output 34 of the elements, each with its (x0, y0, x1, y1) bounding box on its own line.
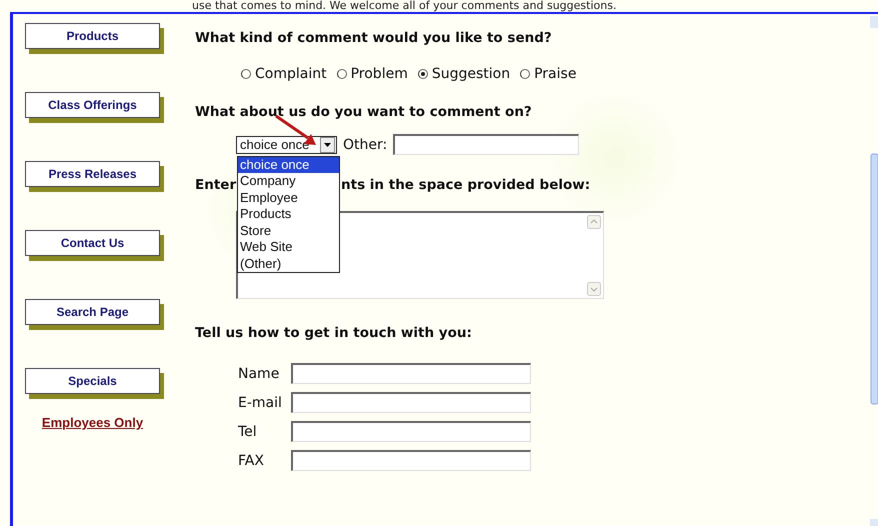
text-input-field[interactable] (291, 421, 531, 442)
text-input-field[interactable] (291, 392, 531, 413)
dropdown-option[interactable]: Web Site (238, 239, 339, 256)
section-heading: Enter (195, 177, 236, 193)
radio-label: Suggestion (432, 66, 510, 82)
dropdown-option[interactable]: (Other) (238, 256, 339, 272)
field-label: Tel (238, 424, 258, 440)
radio-label: Praise (534, 66, 576, 82)
section-heading: nts in the space provided below: (341, 177, 590, 193)
section-heading: What kind of comment would you like to send? (195, 30, 553, 46)
dropdown-option[interactable]: choice once (238, 156, 339, 173)
other-input-field[interactable] (393, 134, 580, 155)
field-label: Other: (343, 136, 388, 152)
text-input-field[interactable] (291, 363, 531, 384)
field-label: Name (238, 366, 280, 382)
section-heading: What about us do you want to comment on? (195, 104, 533, 120)
employees-link[interactable]: Employees Only (42, 415, 144, 430)
dropdown-option[interactable]: Store (238, 222, 339, 239)
radio-button[interactable] (241, 69, 251, 79)
radio-label: Complaint (255, 66, 327, 82)
radio-button[interactable] (418, 69, 428, 79)
radio-button[interactable] (336, 69, 347, 79)
field-label: E-mail (238, 394, 283, 410)
section-heading: Tell us how to get in touch with you: (195, 325, 473, 341)
dropdown-arrow-icon (324, 142, 331, 146)
text-input-field[interactable] (291, 450, 531, 471)
scrollbar-drawing[interactable] (870, 14, 878, 526)
radio-button[interactable] (520, 69, 530, 79)
dropdown-option[interactable]: Products (238, 206, 339, 222)
dropdown-option[interactable]: Employee (238, 190, 339, 206)
intro-text: use that comes to mind. We welcome all of your comments and suggestions. (192, 0, 616, 12)
dropdown-option[interactable]: Company (238, 173, 339, 190)
field-label: FAX (238, 452, 265, 468)
radio-label: Problem (350, 66, 408, 82)
